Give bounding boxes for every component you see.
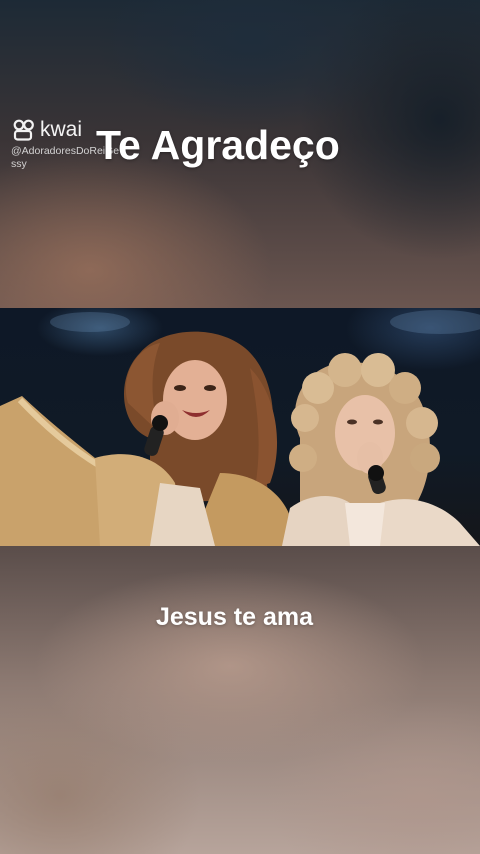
video-caption: Jesus te ama [155, 603, 314, 631]
kwai-wordmark: kwai [40, 118, 83, 141]
blurred-background-bottom [0, 546, 480, 854]
video-frame [0, 310, 480, 546]
kwai-logo: kwai [12, 118, 82, 142]
video-title: Te Agradeço [96, 122, 340, 168]
video-player[interactable] [0, 308, 480, 546]
singer-left-figure [0, 331, 292, 546]
video-post-screen: kwai @AdoradoresDoReiGessy Te Agradeço J… [0, 0, 480, 854]
kwai-logo-icon [13, 119, 34, 141]
singer-right-figure [282, 353, 480, 546]
